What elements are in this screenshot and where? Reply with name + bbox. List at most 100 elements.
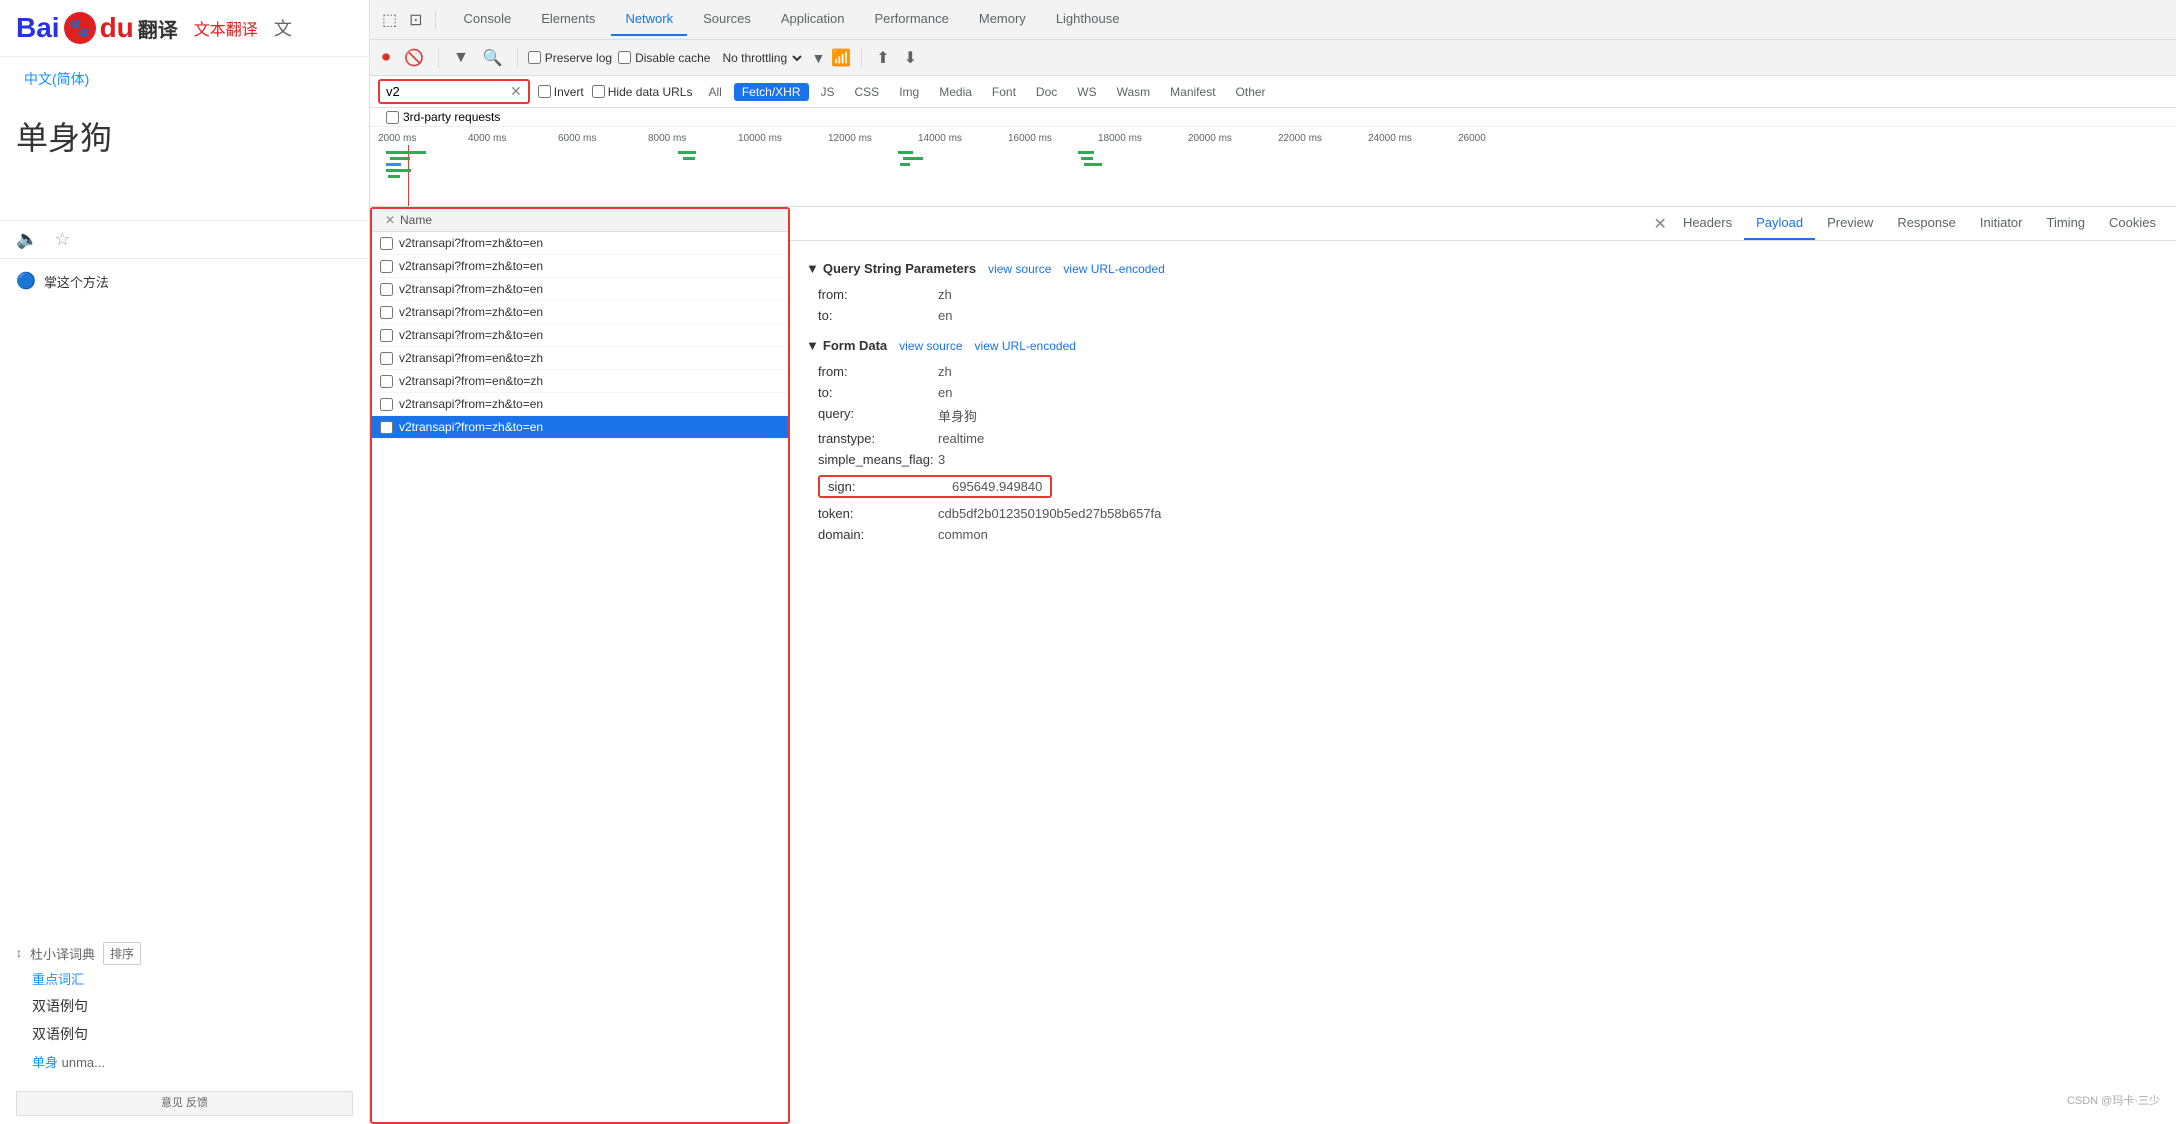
translate-text-icon[interactable]: 文 — [274, 15, 292, 41]
detail-tab-payload[interactable]: Payload — [1744, 207, 1815, 240]
detail-tab-cookies[interactable]: Cookies — [2097, 207, 2168, 240]
detail-tab-headers[interactable]: Headers — [1671, 207, 1744, 240]
filter-button[interactable]: ▼ — [449, 45, 473, 71]
volume-icon[interactable]: 🔈 — [16, 229, 38, 250]
tab-performance[interactable]: Performance — [860, 3, 962, 36]
network-item-8[interactable]: v2transapi?from=zh&to=en — [372, 416, 788, 439]
network-item-5[interactable]: v2transapi?from=en&to=zh — [372, 347, 788, 370]
query-view-url-encoded-link[interactable]: view URL-encoded — [1063, 262, 1164, 276]
tab-lighthouse[interactable]: Lighthouse — [1042, 3, 1134, 36]
tab-elements[interactable]: Elements — [527, 3, 609, 36]
tab-network[interactable]: Network — [611, 3, 687, 36]
list-header-close[interactable]: ✕ — [380, 213, 400, 227]
network-list: ✕ Name v2transapi?from=zh&to=en v2transa… — [370, 207, 790, 1124]
timeline-section: 2000 ms 4000 ms 6000 ms 8000 ms 10000 ms… — [370, 127, 2176, 207]
devtools-icons: ⬚ ⊡ — [378, 6, 440, 34]
filter-clear-icon[interactable]: ✕ — [510, 83, 522, 100]
download-icon-btn[interactable]: ⬇ — [900, 44, 921, 72]
type-btn-other[interactable]: Other — [1228, 83, 1274, 101]
query-view-source-link[interactable]: view source — [988, 262, 1051, 276]
item-8-checkbox[interactable] — [380, 421, 393, 434]
sort-button[interactable]: 排序 — [103, 942, 141, 965]
invert-label[interactable]: Invert — [538, 85, 584, 99]
tab-console[interactable]: Console — [450, 3, 526, 36]
source-area: 单身狗 — [0, 101, 369, 221]
device-icon[interactable]: ⊡ — [405, 6, 426, 34]
network-item-4[interactable]: v2transapi?from=zh&to=en — [372, 324, 788, 347]
form-param-6: token cdb5df2b012350190b5ed27b58b657fa — [806, 503, 2160, 524]
upload-icon-btn[interactable]: ⬆ — [872, 44, 893, 72]
baidu-nav-text[interactable]: 文本翻译 — [194, 16, 258, 40]
query-string-title-text: Query String Parameters — [823, 261, 976, 276]
type-btn-wasm[interactable]: Wasm — [1109, 83, 1159, 101]
preserve-log-label[interactable]: Preserve log — [528, 51, 612, 65]
source-tools: 🔈 ☆ — [0, 221, 369, 259]
network-item-6[interactable]: v2transapi?from=en&to=zh — [372, 370, 788, 393]
item-2-checkbox[interactable] — [380, 283, 393, 296]
throttle-select[interactable]: No throttling — [716, 48, 805, 68]
type-btn-fetchxhr[interactable]: Fetch/XHR — [734, 83, 809, 101]
item-5-checkbox[interactable] — [380, 352, 393, 365]
search-button[interactable]: 🔍 — [479, 44, 507, 72]
cursor-icon[interactable]: ⬚ — [378, 6, 401, 34]
type-btn-font[interactable]: Font — [984, 83, 1024, 101]
network-toolbar: ⏺ 🚫 ▼ 🔍 Preserve log Disable cache No th… — [370, 40, 2176, 76]
disable-cache-checkbox[interactable] — [618, 51, 631, 64]
invert-checkbox[interactable] — [538, 85, 551, 98]
record-button[interactable]: ⏺ — [378, 45, 394, 71]
network-item-3[interactable]: v2transapi?from=zh&to=en — [372, 301, 788, 324]
detail-close-btn[interactable]: ✕ — [1650, 210, 1671, 238]
item-1-checkbox[interactable] — [380, 260, 393, 273]
detail-tab-timing[interactable]: Timing — [2035, 207, 2098, 240]
type-btn-ws[interactable]: WS — [1069, 83, 1104, 101]
clear-button[interactable]: 🚫 — [400, 44, 428, 72]
network-item-0[interactable]: v2transapi?from=zh&to=en — [372, 232, 788, 255]
disable-cache-label[interactable]: Disable cache — [618, 51, 710, 65]
network-item-2[interactable]: v2transapi?from=zh&to=en — [372, 278, 788, 301]
type-btn-doc[interactable]: Doc — [1028, 83, 1065, 101]
type-btn-img[interactable]: Img — [891, 83, 927, 101]
item-6-checkbox[interactable] — [380, 375, 393, 388]
item-8-name: v2transapi?from=zh&to=en — [399, 420, 780, 434]
item-4-name: v2transapi?from=zh&to=en — [399, 328, 780, 342]
type-btn-manifest[interactable]: Manifest — [1162, 83, 1223, 101]
keyword-link[interactable]: 重点词汇 — [16, 965, 353, 992]
type-btn-css[interactable]: CSS — [847, 83, 888, 101]
hide-data-urls-checkbox[interactable] — [592, 85, 605, 98]
tl-bar-3 — [386, 163, 401, 166]
third-party-filter[interactable]: 3rd-party requests — [370, 108, 2176, 127]
item-4-checkbox[interactable] — [380, 329, 393, 342]
detail-tab-preview[interactable]: Preview — [1815, 207, 1885, 240]
lang-chinese-btn[interactable]: 中文(简体) — [16, 65, 97, 93]
star-icon[interactable]: ☆ — [54, 229, 70, 250]
type-btn-js[interactable]: JS — [813, 83, 843, 101]
network-item-1[interactable]: v2transapi?from=zh&to=en — [372, 255, 788, 278]
tab-sources[interactable]: Sources — [689, 3, 765, 36]
tl-bar-8 — [898, 151, 913, 154]
item-3-checkbox[interactable] — [380, 306, 393, 319]
form-view-source-link[interactable]: view source — [899, 339, 962, 353]
tab-memory[interactable]: Memory — [965, 3, 1040, 36]
invert-text: Invert — [554, 85, 584, 99]
hide-data-urls-label[interactable]: Hide data URLs — [592, 85, 693, 99]
result-area: 🔵 掌这个方法 — [0, 259, 369, 934]
tab-application[interactable]: Application — [767, 3, 859, 36]
form-param-4-key: simple_means_flag — [818, 452, 938, 467]
detail-tab-response[interactable]: Response — [1885, 207, 1968, 240]
dict-title: ↕ 杜小译词典 排序 — [16, 942, 353, 965]
form-param-7: domain common — [806, 524, 2160, 545]
third-party-checkbox[interactable] — [386, 111, 399, 124]
disable-cache-text: Disable cache — [635, 51, 710, 65]
item-0-checkbox[interactable] — [380, 237, 393, 250]
item-7-checkbox[interactable] — [380, 398, 393, 411]
form-param-1-val: en — [938, 385, 952, 400]
detail-tab-initiator[interactable]: Initiator — [1968, 207, 2035, 240]
feedback-button[interactable]: 意见 反馈 — [16, 1091, 353, 1116]
network-item-7[interactable]: v2transapi?from=zh&to=en — [372, 393, 788, 416]
form-view-url-encoded-link[interactable]: view URL-encoded — [975, 339, 1076, 353]
filter-input[interactable] — [386, 84, 506, 99]
preserve-log-checkbox[interactable] — [528, 51, 541, 64]
timeline-label-1: 4000 ms — [468, 133, 558, 144]
type-btn-media[interactable]: Media — [931, 83, 980, 101]
type-btn-all[interactable]: All — [700, 83, 729, 101]
